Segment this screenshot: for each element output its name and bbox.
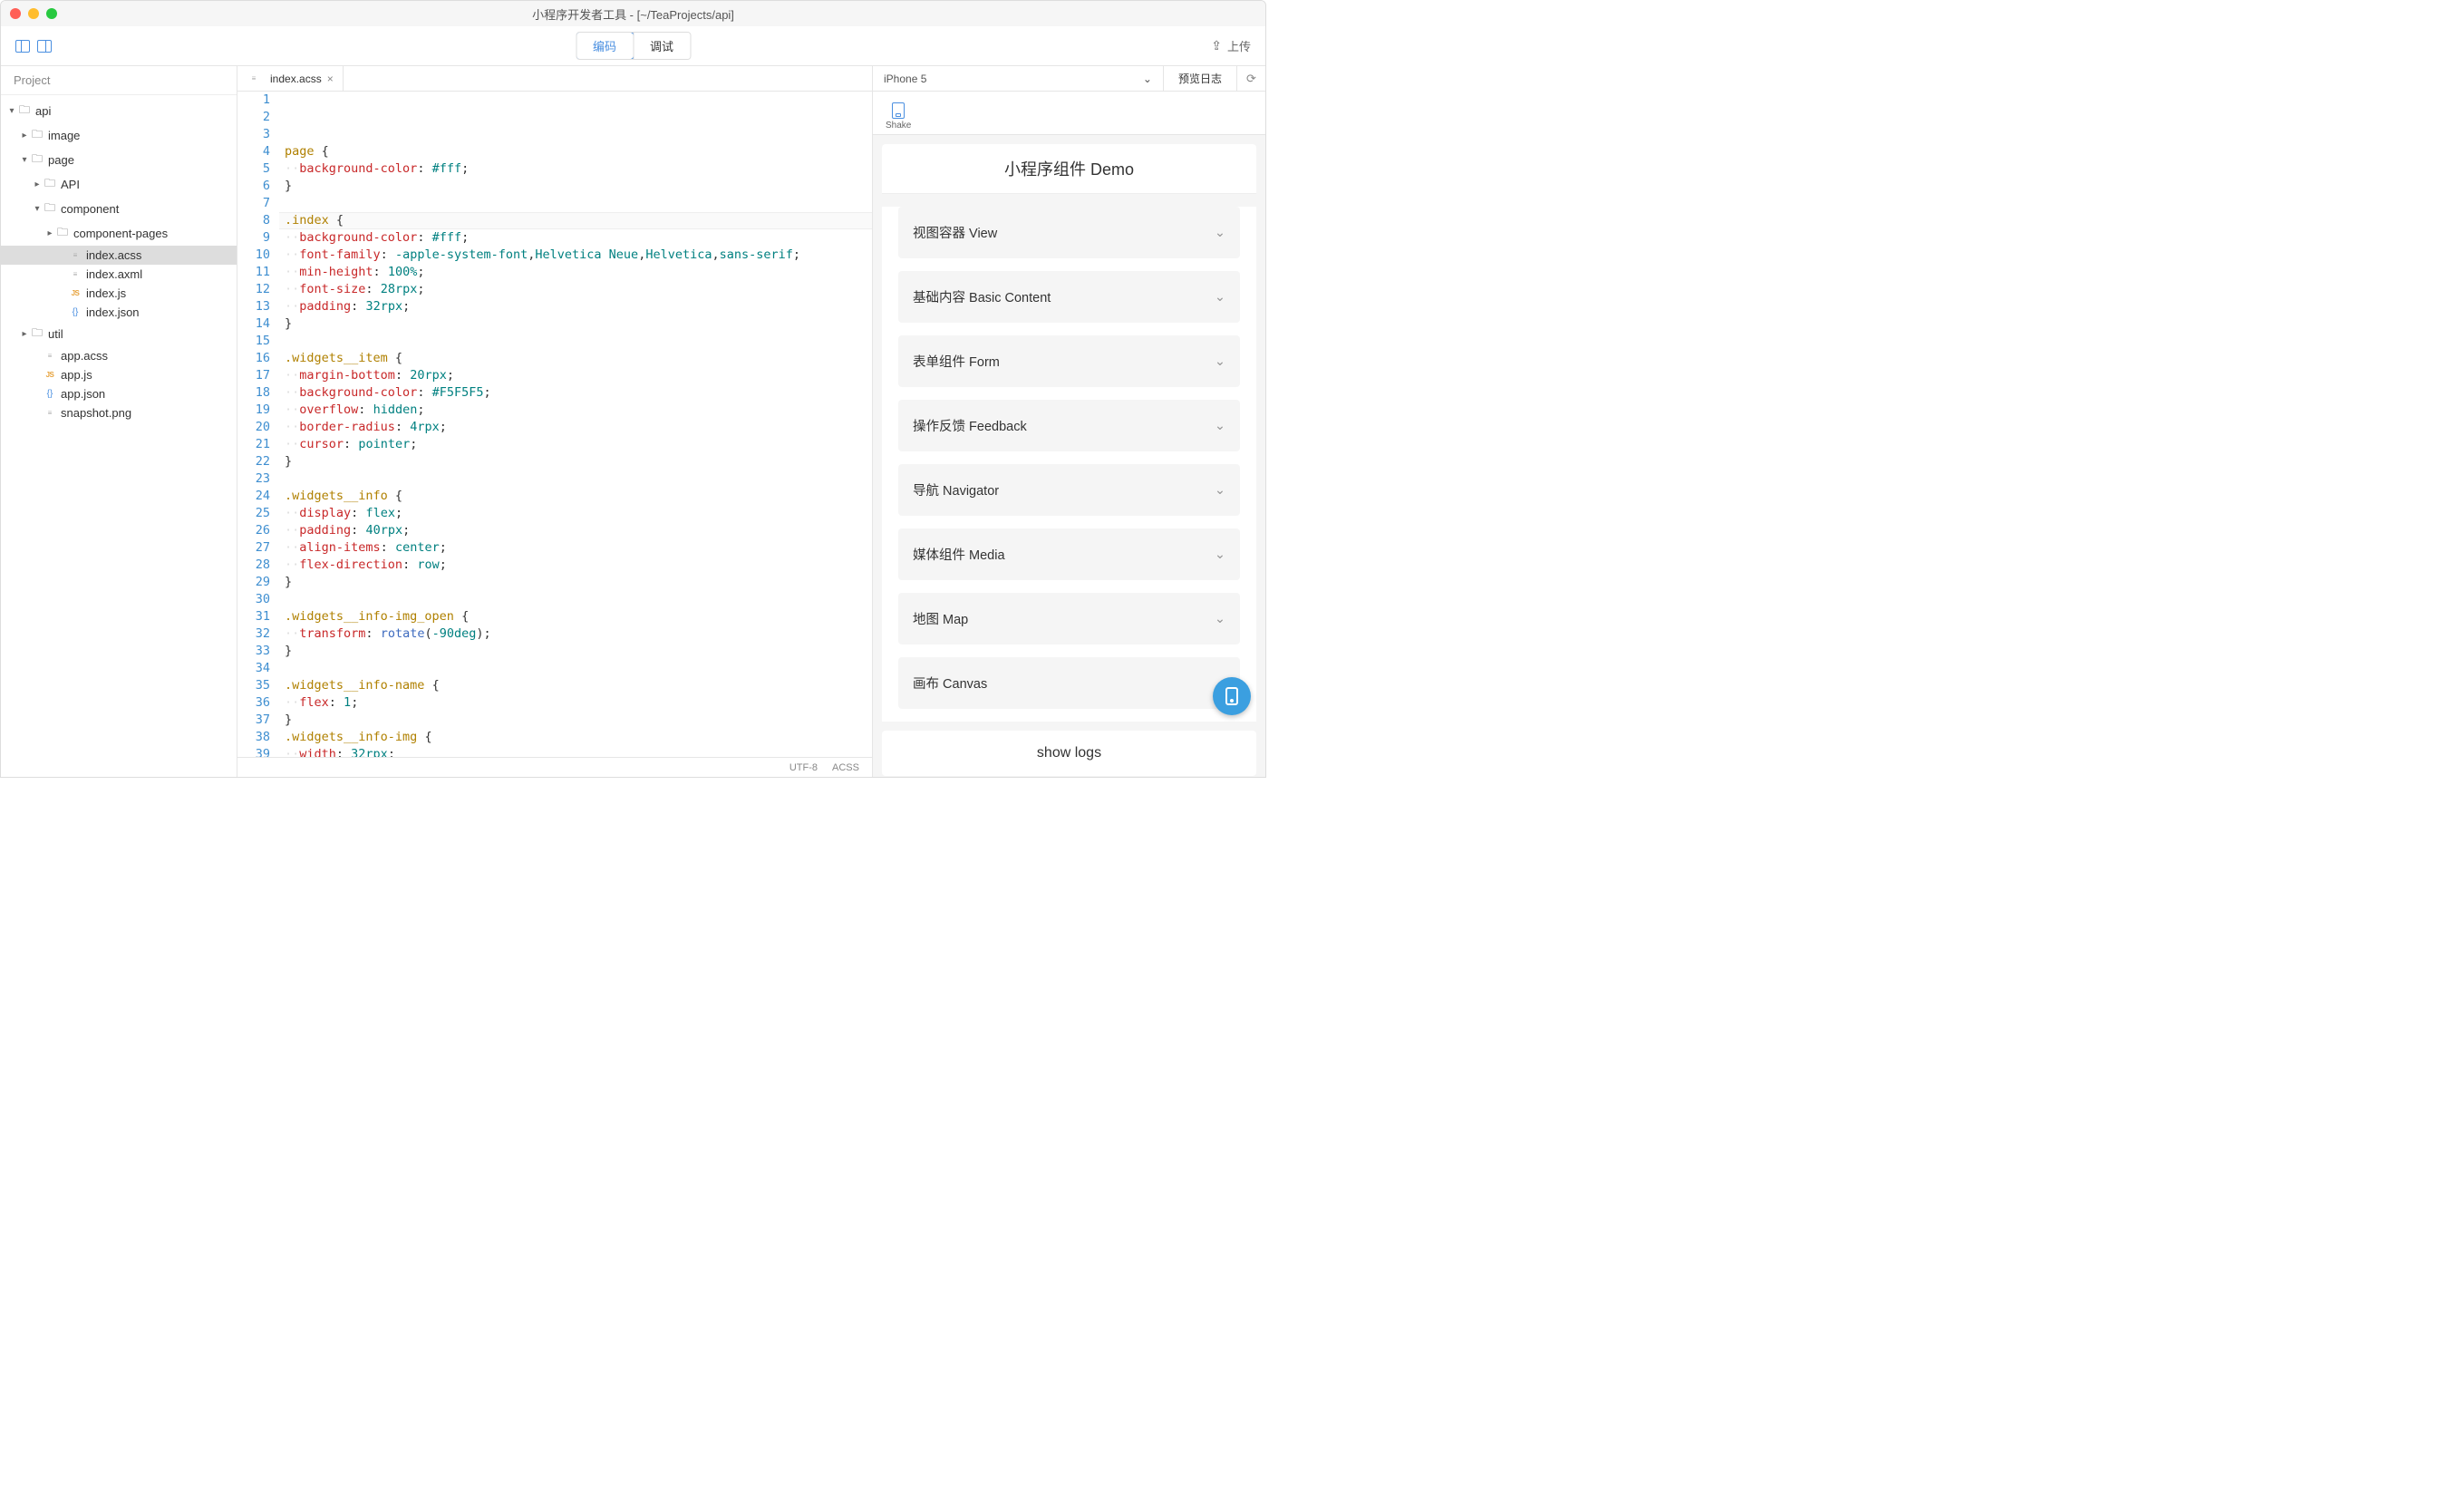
widget-item[interactable]: 基础内容 Basic Content ⌄ bbox=[898, 271, 1240, 323]
simulator-viewport[interactable]: 小程序组件 Demo 视图容器 View ⌄ 基础内容 Basic Content ⌄… bbox=[873, 135, 1265, 777]
widget-item[interactable]: 媒体组件 Media ⌄ bbox=[898, 528, 1240, 580]
widget-label: 地图 Map bbox=[913, 609, 968, 628]
device-label: iPhone 5 bbox=[884, 73, 926, 85]
tree-file-index-acss[interactable]: ≡index.acss bbox=[1, 246, 237, 265]
tree-folder-util[interactable]: ▸🗀util bbox=[1, 322, 237, 346]
tree-file-app-json[interactable]: {}app.json bbox=[1, 384, 237, 403]
toggle-right-panel-icon[interactable] bbox=[37, 40, 52, 53]
tree-file-app-js[interactable]: JSapp.js bbox=[1, 365, 237, 384]
chevron-down-icon: ⌄ bbox=[1215, 290, 1225, 305]
widget-item[interactable]: 地图 Map ⌄ bbox=[898, 593, 1240, 645]
window-title: 小程序开发者工具 - [~/TeaProjects/api] bbox=[532, 5, 734, 23]
refresh-button[interactable]: ⟳ bbox=[1236, 66, 1265, 91]
tree-file-index-axml[interactable]: ≡index.axml bbox=[1, 265, 237, 284]
upload-label: 上传 bbox=[1227, 37, 1251, 54]
refresh-icon: ⟳ bbox=[1246, 72, 1256, 86]
tab-index-acss[interactable]: ≡ index.acss × bbox=[237, 66, 344, 91]
tab-label: index.acss bbox=[270, 73, 322, 85]
widget-label: 媒体组件 Media bbox=[913, 545, 1005, 564]
widget-label: 导航 Navigator bbox=[913, 480, 999, 499]
tree-folder-component-pages[interactable]: ▸🗀component-pages bbox=[1, 221, 237, 246]
file-icon: ≡ bbox=[247, 74, 261, 82]
device-fab[interactable] bbox=[1213, 677, 1251, 715]
tree-file-index-js[interactable]: JSindex.js bbox=[1, 284, 237, 303]
chevron-down-icon: ⌄ bbox=[1215, 354, 1225, 369]
tree-folder-image[interactable]: ▸🗀image bbox=[1, 123, 237, 148]
widget-label: 表单组件 Form bbox=[913, 352, 1000, 371]
tree-file-snapshot-png[interactable]: ≡snapshot.png bbox=[1, 403, 237, 422]
widget-item[interactable]: 操作反馈 Feedback ⌄ bbox=[898, 400, 1240, 451]
widget-list: 视图容器 View⌄基础内容 Basic Content⌄表单组件 Form⌄操… bbox=[882, 207, 1256, 722]
tree-folder-api[interactable]: ▾🗀api bbox=[1, 99, 237, 123]
widget-label: 视图容器 View bbox=[913, 223, 997, 242]
upload-icon: ⇪ bbox=[1211, 38, 1222, 53]
seg-code-button[interactable]: 编码 bbox=[576, 32, 634, 60]
widget-label: 操作反馈 Feedback bbox=[913, 416, 1027, 435]
phone-icon bbox=[1225, 687, 1238, 705]
file-tree: ▾🗀api ▸🗀image ▾🗀page ▸🗀API ▾🗀component ▸… bbox=[1, 95, 237, 777]
show-logs-button[interactable]: show logs bbox=[882, 731, 1256, 776]
editor-pane: ≡ index.acss × 1234567891011121314151617… bbox=[237, 66, 873, 777]
toggle-left-panel-icon[interactable] bbox=[15, 40, 30, 53]
chevron-down-icon: ⌄ bbox=[1215, 548, 1225, 562]
close-window[interactable] bbox=[10, 8, 21, 19]
widget-item[interactable]: 导航 Navigator ⌄ bbox=[898, 464, 1240, 516]
tree-folder-api-sub[interactable]: ▸🗀API bbox=[1, 172, 237, 197]
sidebar-header: Project bbox=[1, 66, 237, 95]
code-area[interactable]: 1234567891011121314151617181920212223242… bbox=[237, 92, 872, 757]
chevron-down-icon: ⌄ bbox=[1143, 73, 1152, 85]
chevron-down-icon: ⌄ bbox=[1215, 226, 1225, 240]
widget-item[interactable]: 表单组件 Form ⌄ bbox=[898, 335, 1240, 387]
device-select[interactable]: iPhone 5 ⌄ bbox=[873, 73, 1163, 85]
tree-file-index-json[interactable]: {}index.json bbox=[1, 303, 237, 322]
zoom-window[interactable] bbox=[46, 8, 57, 19]
seg-debug-button[interactable]: 调试 bbox=[633, 33, 690, 59]
shake-button[interactable]: Shake bbox=[886, 102, 911, 131]
tree-file-app-acss[interactable]: ≡app.acss bbox=[1, 346, 237, 365]
preview-log-tab[interactable]: 预览日志 bbox=[1163, 66, 1236, 91]
demo-title: 小程序组件 Demo bbox=[882, 144, 1256, 194]
widget-item[interactable]: 画布 Canvas⌄ bbox=[898, 657, 1240, 709]
titlebar: 小程序开发者工具 - [~/TeaProjects/api] bbox=[1, 1, 1265, 26]
preview-pane: iPhone 5 ⌄ 预览日志 ⟳ Shake 小程序组件 Demo 视图容器 … bbox=[873, 66, 1265, 777]
editor-tabs: ≡ index.acss × bbox=[237, 66, 872, 92]
toolbar: 编码 调试 ⇪ 上传 bbox=[1, 26, 1265, 66]
status-encoding[interactable]: UTF-8 bbox=[789, 762, 818, 773]
project-sidebar: Project ▾🗀api ▸🗀image ▾🗀page ▸🗀API ▾🗀com… bbox=[1, 66, 237, 777]
upload-button[interactable]: ⇪ 上传 bbox=[1211, 37, 1265, 54]
phone-icon bbox=[892, 102, 905, 119]
status-language[interactable]: ACSS bbox=[832, 762, 859, 773]
tab-close-icon[interactable]: × bbox=[327, 73, 334, 85]
mode-segment: 编码 调试 bbox=[576, 32, 691, 60]
line-gutter: 1234567891011121314151617181920212223242… bbox=[237, 92, 279, 757]
status-bar: UTF-8 ACSS bbox=[237, 757, 872, 777]
shake-label: Shake bbox=[886, 121, 911, 131]
widget-label: 基础内容 Basic Content bbox=[913, 287, 1051, 306]
tree-folder-page[interactable]: ▾🗀page bbox=[1, 148, 237, 172]
minimize-window[interactable] bbox=[28, 8, 39, 19]
chevron-down-icon: ⌄ bbox=[1215, 483, 1225, 498]
widget-label: 画布 Canvas bbox=[913, 674, 987, 693]
code-text[interactable]: page {··background-color: #fff;} .index … bbox=[279, 92, 872, 757]
widget-item[interactable]: 视图容器 View ⌄ bbox=[898, 207, 1240, 258]
chevron-down-icon: ⌄ bbox=[1215, 612, 1225, 626]
tree-folder-component[interactable]: ▾🗀component bbox=[1, 197, 237, 221]
chevron-down-icon: ⌄ bbox=[1215, 419, 1225, 433]
